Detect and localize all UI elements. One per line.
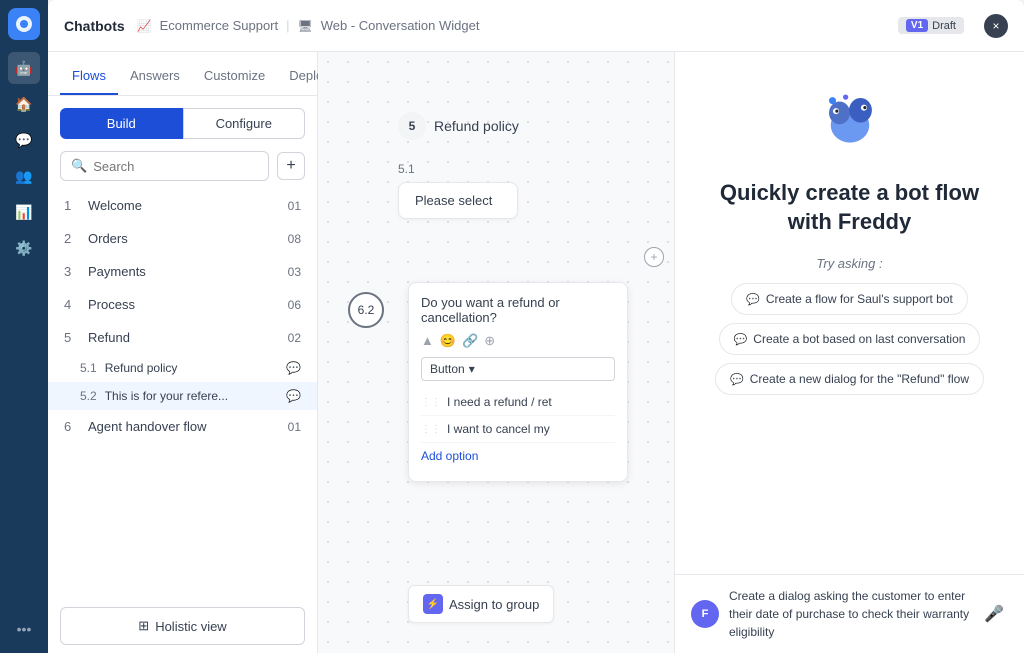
freddy-bot-avatar: F — [691, 600, 719, 628]
flow-item-welcome[interactable]: 1 Welcome 01 — [48, 189, 317, 222]
search-row: 🔍 + — [48, 151, 317, 181]
please-select-card[interactable]: Please select — [398, 182, 518, 219]
sidebar-icon-reports[interactable]: 📊 — [8, 196, 40, 228]
chevron-down-icon: ▾ — [469, 362, 475, 376]
node-5-label: 5 Refund policy — [398, 112, 519, 140]
search-wrapper: 🔍 — [60, 151, 269, 181]
holistic-label: Holistic view — [155, 619, 227, 634]
flow-list: 1 Welcome 01 2 Orders 08 3 Payments 03 4… — [48, 189, 317, 599]
sidebar-icon-contacts[interactable]: 👥 — [8, 160, 40, 192]
tab-customize[interactable]: Customize — [192, 58, 277, 95]
add-flow-button[interactable]: + — [277, 152, 305, 180]
canvas-panel: 5 Refund policy 5.1 Please select + 6.2 — [318, 52, 674, 653]
search-icon: 🔍 — [71, 158, 87, 174]
suggestion-chip-1[interactable]: 💬 Create a flow for Saul's support bot — [731, 283, 968, 315]
freddy-title: Quickly create a bot flow with Freddy — [699, 179, 1000, 236]
option-row-2[interactable]: ⋮⋮ I want to cancel my — [421, 416, 615, 443]
freddy-panel: Quickly create a bot flow with Freddy Tr… — [674, 52, 1024, 653]
holistic-view-button[interactable]: ⊞ Holistic view — [60, 607, 305, 645]
sidebar: 🤖 🏠 💬 👥 📊 ⚙️ ••• — [0, 0, 48, 653]
triangle-icon[interactable]: ▲ — [421, 333, 434, 349]
sidebar-icon-more[interactable]: ••• — [8, 613, 40, 645]
flow-item-agent-handover[interactable]: 6 Agent handover flow 01 — [48, 410, 317, 443]
chat-input-text[interactable]: Create a dialog asking the customer to e… — [729, 587, 970, 641]
emoji-icon[interactable]: 😊 — [440, 333, 456, 349]
flow-item-refund[interactable]: 5 Refund 02 — [48, 321, 317, 354]
message-text[interactable]: Do you want a refund or cancellation? — [421, 295, 615, 325]
freddy-avatar — [815, 84, 885, 159]
add-node-button[interactable]: + — [644, 247, 664, 267]
sidebar-icon-settings[interactable]: ⚙️ — [8, 232, 40, 264]
flow-sub-item-refund-policy[interactable]: 5.1 Refund policy 💬 — [48, 354, 317, 382]
draft-label: Draft — [932, 20, 956, 32]
widget-icon: 🖥 — [298, 19, 313, 33]
version-label: V1 — [906, 19, 928, 32]
build-button[interactable]: Build — [60, 108, 183, 139]
flow-sub-item-this-is-for[interactable]: 5.2 This is for your refere... 💬 — [48, 382, 317, 410]
message-toolbar: ▲ 😊 🔗 ⊕ — [421, 333, 615, 349]
breadcrumb: 📈 Ecommerce Support | 🖥 Web - Conversati… — [137, 18, 480, 33]
mic-button[interactable]: 🎤 — [980, 600, 1008, 628]
chat-icon-2: 💬 — [286, 389, 301, 403]
tab-flows[interactable]: Flows — [60, 58, 118, 95]
message-card: Do you want a refund or cancellation? ▲ … — [408, 282, 628, 482]
page-title: Chatbots — [64, 18, 125, 34]
configure-button[interactable]: Configure — [183, 108, 306, 139]
canvas-node-5-1: 5.1 Please select — [398, 162, 518, 219]
suggestion-chip-3[interactable]: 💬 Create a new dialog for the "Refund" f… — [715, 363, 984, 395]
try-asking-label: Try asking : — [816, 256, 882, 271]
search-input[interactable] — [93, 159, 258, 174]
tab-answers[interactable]: Answers — [118, 58, 192, 95]
widget-label[interactable]: Web - Conversation Widget — [321, 18, 480, 33]
draft-badge: V1 Draft — [898, 17, 964, 34]
drag-handle-2: ⋮⋮ — [421, 424, 441, 435]
chat-chip-icon-1: 💬 — [746, 293, 760, 306]
header: Chatbots 📈 Ecommerce Support | 🖥 Web - C… — [48, 0, 1024, 52]
settings-icon[interactable]: ⊕ — [484, 333, 495, 349]
main-content: Chatbots 📈 Ecommerce Support | 🖥 Web - C… — [48, 0, 1024, 653]
sidebar-icon-chat[interactable]: 💬 — [8, 124, 40, 156]
suggestion-chips: 💬 Create a flow for Saul's support bot 💬… — [699, 283, 1000, 395]
add-option-button[interactable]: Add option — [421, 443, 615, 469]
node-5-title: Refund policy — [434, 118, 519, 134]
flow-item-payments[interactable]: 3 Payments 03 — [48, 255, 317, 288]
app-logo[interactable] — [8, 8, 40, 40]
chat-chip-icon-3: 💬 — [730, 373, 744, 386]
freddy-content: Quickly create a bot flow with Freddy Tr… — [675, 52, 1024, 574]
breadcrumb-icon: 📈 — [137, 19, 152, 33]
link-icon[interactable]: 🔗 — [462, 333, 478, 349]
sidebar-icon-home[interactable]: 🏠 — [8, 88, 40, 120]
tabs-bar: Flows Answers Customize Deploy Analyze — [48, 52, 317, 96]
body-layout: Flows Answers Customize Deploy Analyze B… — [48, 52, 1024, 653]
option-row-1[interactable]: ⋮⋮ I need a refund / ret — [421, 389, 615, 416]
close-button[interactable]: × — [984, 14, 1008, 38]
build-configure-toggle: Build Configure — [48, 96, 317, 151]
chat-icon: 💬 — [286, 361, 301, 375]
suggestion-chip-2[interactable]: 💬 Create a bot based on last conversatio… — [719, 323, 981, 355]
flow-item-process[interactable]: 4 Process 06 — [48, 288, 317, 321]
button-type-selector[interactable]: Button ▾ — [421, 357, 615, 381]
drag-handle: ⋮⋮ — [421, 397, 441, 408]
holistic-icon: ⊞ — [138, 618, 149, 634]
assign-group-button[interactable]: ⚡ Assign to group — [408, 585, 554, 623]
chat-input-area: F Create a dialog asking the customer to… — [675, 574, 1024, 653]
assign-icon: ⚡ — [423, 594, 443, 614]
ecommerce-label[interactable]: Ecommerce Support — [160, 18, 279, 33]
left-panel: Flows Answers Customize Deploy Analyze B… — [48, 52, 318, 653]
canvas-node-5: 5 Refund policy — [398, 112, 519, 148]
chat-chip-icon-2: 💬 — [734, 333, 748, 346]
sidebar-icon-bots[interactable]: 🤖 — [8, 52, 40, 84]
canvas-node-6-2: 6.2 — [348, 292, 384, 328]
flow-item-orders[interactable]: 2 Orders 08 — [48, 222, 317, 255]
